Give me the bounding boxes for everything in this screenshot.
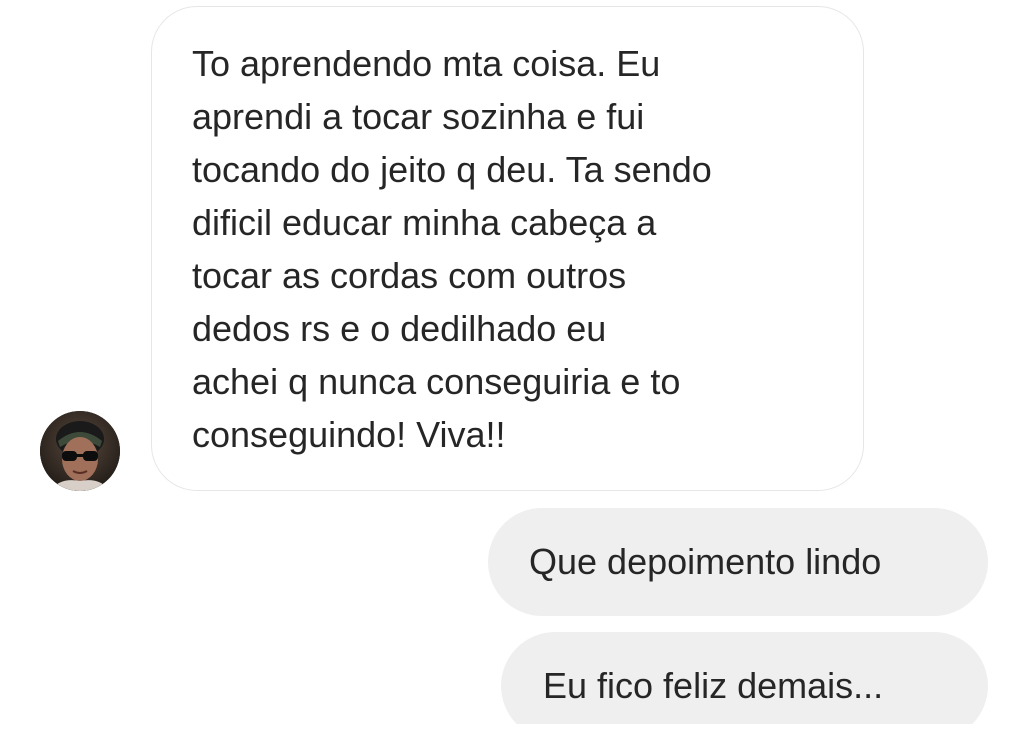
viewport-bottom-edge — [0, 724, 1024, 737]
message-line: To aprendendo mta coisa. Eu — [192, 43, 661, 84]
outgoing-message-bubble[interactable]: Eu fico feliz demais... — [501, 632, 988, 737]
sender-avatar[interactable] — [40, 411, 120, 491]
message-line: tocar as cordas com outros — [192, 255, 627, 296]
outgoing-message-text: Que depoimento lindo — [529, 541, 882, 582]
message-line: aprendi a tocar sozinha e fui — [192, 96, 645, 137]
message-line: dificil educar minha cabeça a — [192, 202, 657, 243]
incoming-message-text: To aprendendo mta coisa. Eu aprendi a to… — [192, 37, 825, 461]
chat-thread: To aprendendo mta coisa. Eu aprendi a to… — [0, 0, 1024, 737]
user-avatar-photo-icon — [40, 411, 120, 491]
incoming-message-bubble[interactable]: To aprendendo mta coisa. Eu aprendi a to… — [151, 6, 864, 491]
outgoing-message-bubble[interactable]: Que depoimento lindo — [488, 508, 988, 616]
message-line: conseguindo! Viva!! — [192, 414, 506, 455]
message-line: dedos rs e o dedilhado eu — [192, 308, 607, 349]
message-line: tocando do jeito q deu. Ta sendo — [192, 149, 712, 190]
message-line: achei q nunca conseguiria e to — [192, 361, 681, 402]
outgoing-message-text: Eu fico feliz demais... — [543, 665, 884, 706]
